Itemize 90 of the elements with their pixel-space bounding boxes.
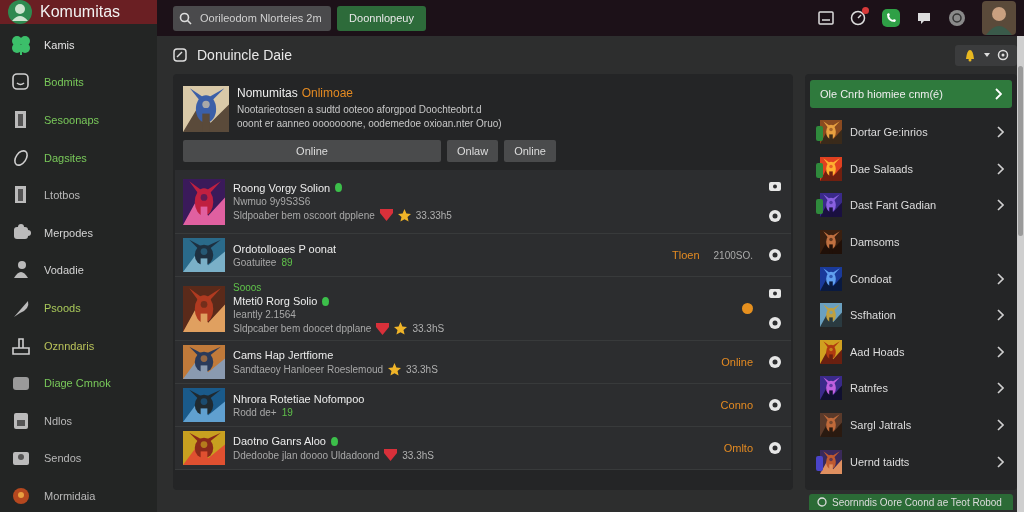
list-row[interactable]: Nhrora Rotetiae Nofompoo Rodd de+ 19 Conno [175,384,791,427]
gear-icon[interactable] [997,49,1009,61]
sidebar-item[interactable]: Ltotbos [44,189,81,202]
list-row[interactable]: Cams Hap Jertfiome Sandtaeoy Hanloeer Roeslemoud 33.3hS Online [175,341,791,384]
side-item[interactable]: Damsoms [850,236,1004,249]
count-label: 89 [281,256,293,268]
info-icon [817,497,827,507]
row-meta: Sldpoaber bem oscoort dpplene [233,209,375,221]
status-label: Onlimoae [301,86,354,100]
row-meta: Sldpcaber bem doocet dpplane [233,323,372,334]
row-title: Ordotolloaes P oonat [233,242,337,255]
side-item[interactable]: Uernd taidts [850,455,988,468]
caret-icon[interactable] [983,51,991,59]
sidebar-item[interactable]: Psoods [44,301,81,314]
app-name: Komumitas [40,3,121,21]
stat-label: 33.33h5 [415,209,452,221]
scrollbar[interactable] [1017,36,1024,512]
sidebar-item[interactable]: Sendos [44,452,82,465]
card-title: Nomumitas [237,86,298,100]
row-title: Mteti0 Rorg Solio [233,295,318,307]
row-title: Nhrora Rotetiae Nofompoo [233,392,365,405]
note-icon [173,48,187,62]
side-item[interactable]: Ratnfes [850,382,988,395]
row-title: Cams Hap Jertfiome [233,348,334,361]
list-row[interactable]: Roong Vorgy Solion Nwmuo 9y9S3S6 Sldpoaber bem oscoort dpplene 33.33h5 [175,170,791,234]
row-subtitle: Ieantly 2.1564 [233,309,296,320]
search-icon [179,11,192,25]
camera-icon[interactable] [769,287,781,298]
side-item[interactable]: Ssfhation [850,309,988,322]
side-item[interactable]: Dortar Ge:inrios [850,126,988,139]
count-label: 19 [281,406,293,418]
side-item[interactable]: Dae Salaads [850,162,988,175]
phone-icon[interactable] [882,9,900,27]
description: Nootarieotosen a sudtd ooteoo aforgpod Doochteobrt.d ooont er aanneo ooooooone, oodemedoe oxioan.nter Oruo) [237,103,503,131]
chevron-icon [994,88,1002,100]
chat-icon[interactable] [916,10,932,26]
sidebar-item[interactable]: Mormidaia [44,489,96,502]
camera-icon[interactable] [769,180,781,191]
status-label: Conno [720,399,753,411]
clover-icon [10,33,32,56]
row-subtitle: Ddedoobe jlan doooo Uldadoond [233,449,380,461]
list-row[interactable]: Sooos Mteti0 Rorg Solio Ieantly 2.1564 Sldpcaber bem doocet dpplane 33.3hS [175,277,791,341]
settings-icon[interactable] [768,316,782,330]
status-label: Omlto [723,442,753,454]
online-button[interactable]: Onlaw [447,140,499,162]
settings-icon[interactable] [768,209,782,223]
stat-label: 33.3hS [412,323,445,334]
sidebar-item[interactable]: Sesoonaps [44,114,100,126]
side-item[interactable]: Dast Fant Gadian [850,199,988,212]
row-subtitle: Sandtaeoy Hanloeer Roeslemoud [233,363,384,375]
settings-icon[interactable] [768,355,782,369]
side-item[interactable]: Condoat [850,272,988,285]
row-subtitle: Goatuitee [233,256,277,268]
footer-text: Seornndis Oore Coond ae Teot Robod [832,496,1002,508]
row-title: Roong Vorgy Solion [233,181,331,194]
stat-label: 33.3hS [406,363,438,375]
bell-icon[interactable] [963,48,977,62]
list-row[interactable]: Ordotolloaes P oonat Goatuitee 89 Tloen 2100SO. [175,234,791,277]
side-item[interactable]: Sargl Jatrals [850,419,988,432]
row-subtitle: Rodd de+ [233,406,277,418]
row-subtitle: Nwmuo 9y9S3S6 [233,195,311,207]
tag-label: Sooos [233,282,262,293]
avatar-icon [8,0,32,24]
settings-icon[interactable] [768,441,782,455]
help-icon[interactable] [948,9,966,27]
side-button[interactable]: Ole Cnrb hiomiee cnm(é) [810,80,1012,108]
window-icon[interactable] [818,11,834,25]
sidebar-item[interactable]: Ndlos [44,414,73,427]
status-label: Tloen [672,249,700,261]
page-title: Donuincle Daie [197,47,292,63]
avatar-icon[interactable] [982,1,1016,35]
sidebar-item[interactable]: Bodmits [44,76,84,89]
value-label: 2100SO. [713,249,753,261]
row-title: Daotno Ganrs Aloo [233,435,326,447]
side-item[interactable]: Aad Hoads [850,345,988,358]
online-button[interactable]: Online [504,140,556,162]
sidebar-item[interactable]: Vodadie [44,264,84,277]
sidebar-item[interactable]: Kamis [44,38,75,51]
timer-icon[interactable] [850,10,866,26]
settings-icon[interactable] [768,398,782,412]
stat-label: 33.3hS [402,449,434,461]
sidebar-item[interactable]: Merpodes [44,226,93,239]
settings-icon[interactable] [768,248,782,262]
top-button[interactable]: Doonnlopeuy [337,5,426,31]
sidebar-item[interactable]: Oznndaris [44,339,95,352]
sidebar-item[interactable]: Diage Cmnok [44,377,111,390]
sidebar-item[interactable]: Dagsites [44,151,87,164]
list-row[interactable]: Daotno Ganrs Aloo Ddedoobe jlan doooo Uldadoond 33.3hS Omlto [175,427,791,470]
status-label: Online [721,356,753,368]
online-button[interactable]: Online [183,140,441,162]
